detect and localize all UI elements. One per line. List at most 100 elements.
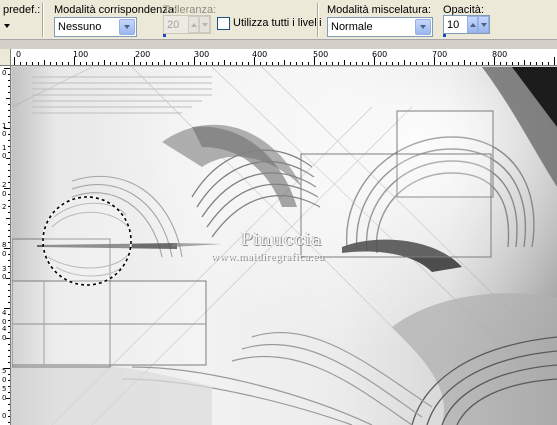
ruler-tick xyxy=(302,62,303,65)
ruler-tick xyxy=(8,170,10,171)
ruler-tick xyxy=(50,62,51,65)
ruler-tick xyxy=(134,57,135,65)
ruler-tick xyxy=(80,62,81,65)
ruler-tick xyxy=(416,62,417,65)
preset-dropdown-arrow-icon[interactable] xyxy=(4,24,10,28)
tolerance-slider-handle[interactable] xyxy=(163,34,166,37)
match-mode-label: Modalità corrispondenza: xyxy=(54,4,177,16)
ruler-tick xyxy=(8,134,10,135)
ruler-label: 0 xyxy=(2,412,7,420)
ruler-tick xyxy=(338,62,339,65)
ruler-tick xyxy=(4,188,10,189)
ruler-tick xyxy=(380,62,381,65)
ruler-label: 5 xyxy=(2,385,7,393)
preset-label: predef.: xyxy=(3,4,41,16)
spin-up-icon[interactable] xyxy=(188,16,199,33)
ruler-tick xyxy=(272,62,273,65)
ruler-tick xyxy=(404,60,405,65)
ruler-tick xyxy=(374,57,375,65)
ruler-tick xyxy=(8,362,10,363)
ruler-tick xyxy=(392,62,393,65)
tolerance-value: 20 xyxy=(167,19,180,31)
ruler-tick xyxy=(386,62,387,65)
ruler-tick xyxy=(8,182,10,183)
ruler-tick xyxy=(512,62,513,65)
ruler-tick xyxy=(8,224,10,225)
ruler-label: 0 xyxy=(16,50,22,59)
ruler-tick xyxy=(74,57,75,65)
tool-options-toolbar: predef.: Modalità corrispondenza: Nessun… xyxy=(0,0,557,40)
ruler-tick xyxy=(8,350,10,351)
ruler-tick xyxy=(320,62,321,65)
ruler-tick xyxy=(164,60,165,65)
spin-down-icon[interactable] xyxy=(199,16,210,33)
ruler-corner xyxy=(0,49,11,66)
ruler-tick xyxy=(128,62,129,65)
ruler-tick xyxy=(20,62,21,65)
ruler-tick xyxy=(8,326,10,327)
ruler-tick xyxy=(8,380,10,381)
match-mode-value: Nessuno xyxy=(58,21,102,33)
ruler-tick xyxy=(44,60,45,65)
ruler-tick xyxy=(170,62,171,65)
spin-down-icon[interactable] xyxy=(478,16,489,33)
ruler-tick xyxy=(8,230,10,231)
opacity-slider-handle[interactable] xyxy=(443,34,446,37)
ruler-tick xyxy=(14,57,15,65)
ruler-tick xyxy=(140,62,141,65)
chevron-down-icon[interactable] xyxy=(119,19,135,35)
ruler-tick xyxy=(8,374,10,375)
ruler-label: 0 xyxy=(2,376,7,384)
opacity-spinner[interactable]: 10 xyxy=(443,15,490,37)
ruler-tick xyxy=(8,104,10,105)
ruler-label: 0 xyxy=(2,250,7,258)
image-canvas[interactable]: Pinuccia www.maidiregrafica.eu xyxy=(12,67,557,425)
ruler-tick xyxy=(116,62,117,65)
ruler-tick xyxy=(524,60,525,65)
ruler-tick xyxy=(6,98,10,99)
ruler-tick xyxy=(548,62,549,65)
ruler-tick xyxy=(32,62,33,65)
spin-up-icon[interactable] xyxy=(467,16,478,33)
ruler-tick xyxy=(8,302,10,303)
match-mode-select[interactable]: Nessuno xyxy=(54,17,137,37)
ruler-tick xyxy=(326,62,327,65)
ruler-tick xyxy=(152,62,153,65)
ruler-tick xyxy=(542,62,543,65)
tolerance-spinner[interactable]: 20 xyxy=(163,15,211,37)
ruler-tick xyxy=(4,128,10,129)
ruler-tick xyxy=(8,74,10,75)
ruler-tick xyxy=(356,62,357,65)
ruler-tick xyxy=(4,68,10,69)
ruler-tick xyxy=(8,296,10,297)
use-all-layers-checkbox[interactable] xyxy=(217,17,230,30)
toolbar-separator xyxy=(317,3,319,37)
ruler-tick xyxy=(8,110,10,111)
ruler-label: 1 xyxy=(2,144,7,152)
ruler-tick xyxy=(92,62,93,65)
ruler-tick xyxy=(242,62,243,65)
ruler-tick xyxy=(530,62,531,65)
horizontal-ruler[interactable]: 0 100 200 300 400 500 600 700 800 xyxy=(11,49,557,66)
ruler-tick xyxy=(278,62,279,65)
chevron-down-icon[interactable] xyxy=(415,19,431,35)
vertical-ruler[interactable]: 0 1 0 1 0 2 0 2 8 0 3 0 4 0 4 0 5 0 5 0 … xyxy=(0,66,11,425)
ruler-tick xyxy=(8,236,10,237)
ruler-tick xyxy=(8,266,10,267)
ruler-tick xyxy=(6,158,10,159)
ruler-tick xyxy=(284,60,285,65)
ruler-label: 100 xyxy=(73,50,89,59)
ruler-tick xyxy=(422,62,423,65)
ruler-tick xyxy=(8,314,10,315)
ruler-tick xyxy=(8,206,10,207)
ruler-tick xyxy=(8,284,10,285)
ruler-label: 0 xyxy=(2,190,7,198)
ruler-tick xyxy=(440,62,441,65)
blend-mode-select[interactable]: Normale xyxy=(327,17,433,37)
ruler-tick xyxy=(8,404,10,405)
ruler-tick xyxy=(476,62,477,65)
watermark-title: Pinuccia xyxy=(241,230,323,250)
ruler-label: 0 xyxy=(2,130,7,138)
ruler-tick xyxy=(6,338,10,339)
ruler-tick xyxy=(8,416,10,417)
